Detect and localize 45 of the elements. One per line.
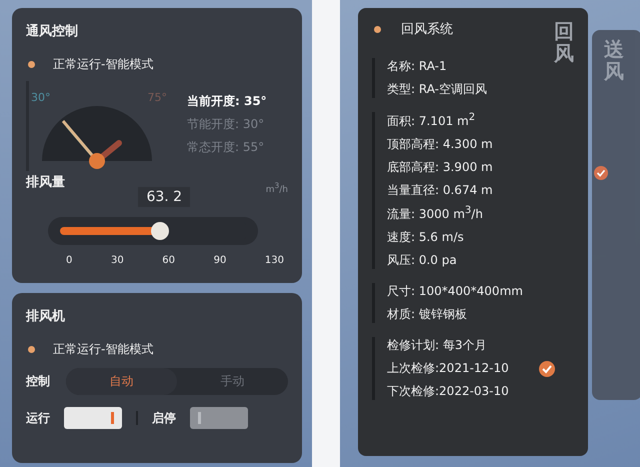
tick-label: 130	[264, 254, 284, 266]
toggle-switch[interactable]	[64, 407, 122, 429]
gauge-max-label: 75°	[148, 91, 167, 104]
status-dot-icon	[28, 346, 35, 353]
status-dot-icon	[28, 61, 35, 68]
unit-label: m$^{3}$/h	[266, 181, 288, 195]
switch-label: 运行	[26, 410, 50, 426]
tick-label: 90	[214, 254, 226, 266]
opening-reading: 节能开度: 30°	[187, 116, 266, 133]
gauge-min-label: 30°	[31, 91, 50, 104]
property-text: 上次检修:2021-12-10	[387, 360, 509, 377]
property-text: 当量直径: 0.674 m	[387, 182, 493, 199]
status-text: 正常运行-智能模式	[53, 56, 154, 73]
property-text: 尺寸: 100*400*400mm	[387, 283, 523, 300]
panel-title: 通风控制	[26, 23, 79, 40]
property-text: 速度: 5.6 m/s	[387, 229, 464, 246]
property-text: 下次检修:2022-03-10	[387, 383, 509, 400]
status-text: 正常运行-智能模式	[53, 341, 154, 358]
property-text: 流量: 3000 m$^{3}$/h	[387, 205, 483, 223]
toggle-switch[interactable]	[190, 407, 248, 429]
tick-label: 0	[66, 254, 72, 266]
switch-label: 启停	[152, 410, 176, 426]
property-text: 类型: RA-空调回风	[387, 81, 487, 98]
slider-value: 63. 2	[138, 187, 190, 207]
side-label: 回风	[554, 20, 574, 64]
opening-reading: 当前开度: 35°	[187, 93, 267, 110]
opening-reading: 常态开度: 55°	[187, 139, 266, 156]
property-text: 底部高程: 3.900 m	[387, 159, 493, 176]
status-dot-icon	[374, 26, 381, 32]
exhaust-label: 排风量	[26, 174, 65, 192]
side-label: 送风	[604, 38, 624, 82]
control-label: 控制	[26, 373, 50, 390]
property-text: 材质: 镀锌钢板	[387, 306, 467, 323]
mode-tab[interactable]: 手动	[177, 368, 288, 395]
property-text: 面积: 7.101 m$^{2}$	[387, 112, 476, 130]
property-text: 名称: RA-1	[387, 58, 447, 75]
property-text: 顶部高程: 4.300 m	[387, 136, 493, 153]
panel-title: 排风机	[26, 308, 66, 325]
property-text: 检修计划: 每3个月	[387, 337, 486, 354]
tick-label: 30	[110, 254, 124, 266]
mode-tab[interactable]: 自动	[66, 368, 177, 395]
panel-title: 回风系统	[401, 21, 453, 38]
slider-thumb[interactable]	[151, 222, 170, 240]
tick-label: 60	[162, 254, 175, 266]
property-text: 风压: 0.0 pa	[387, 252, 457, 269]
